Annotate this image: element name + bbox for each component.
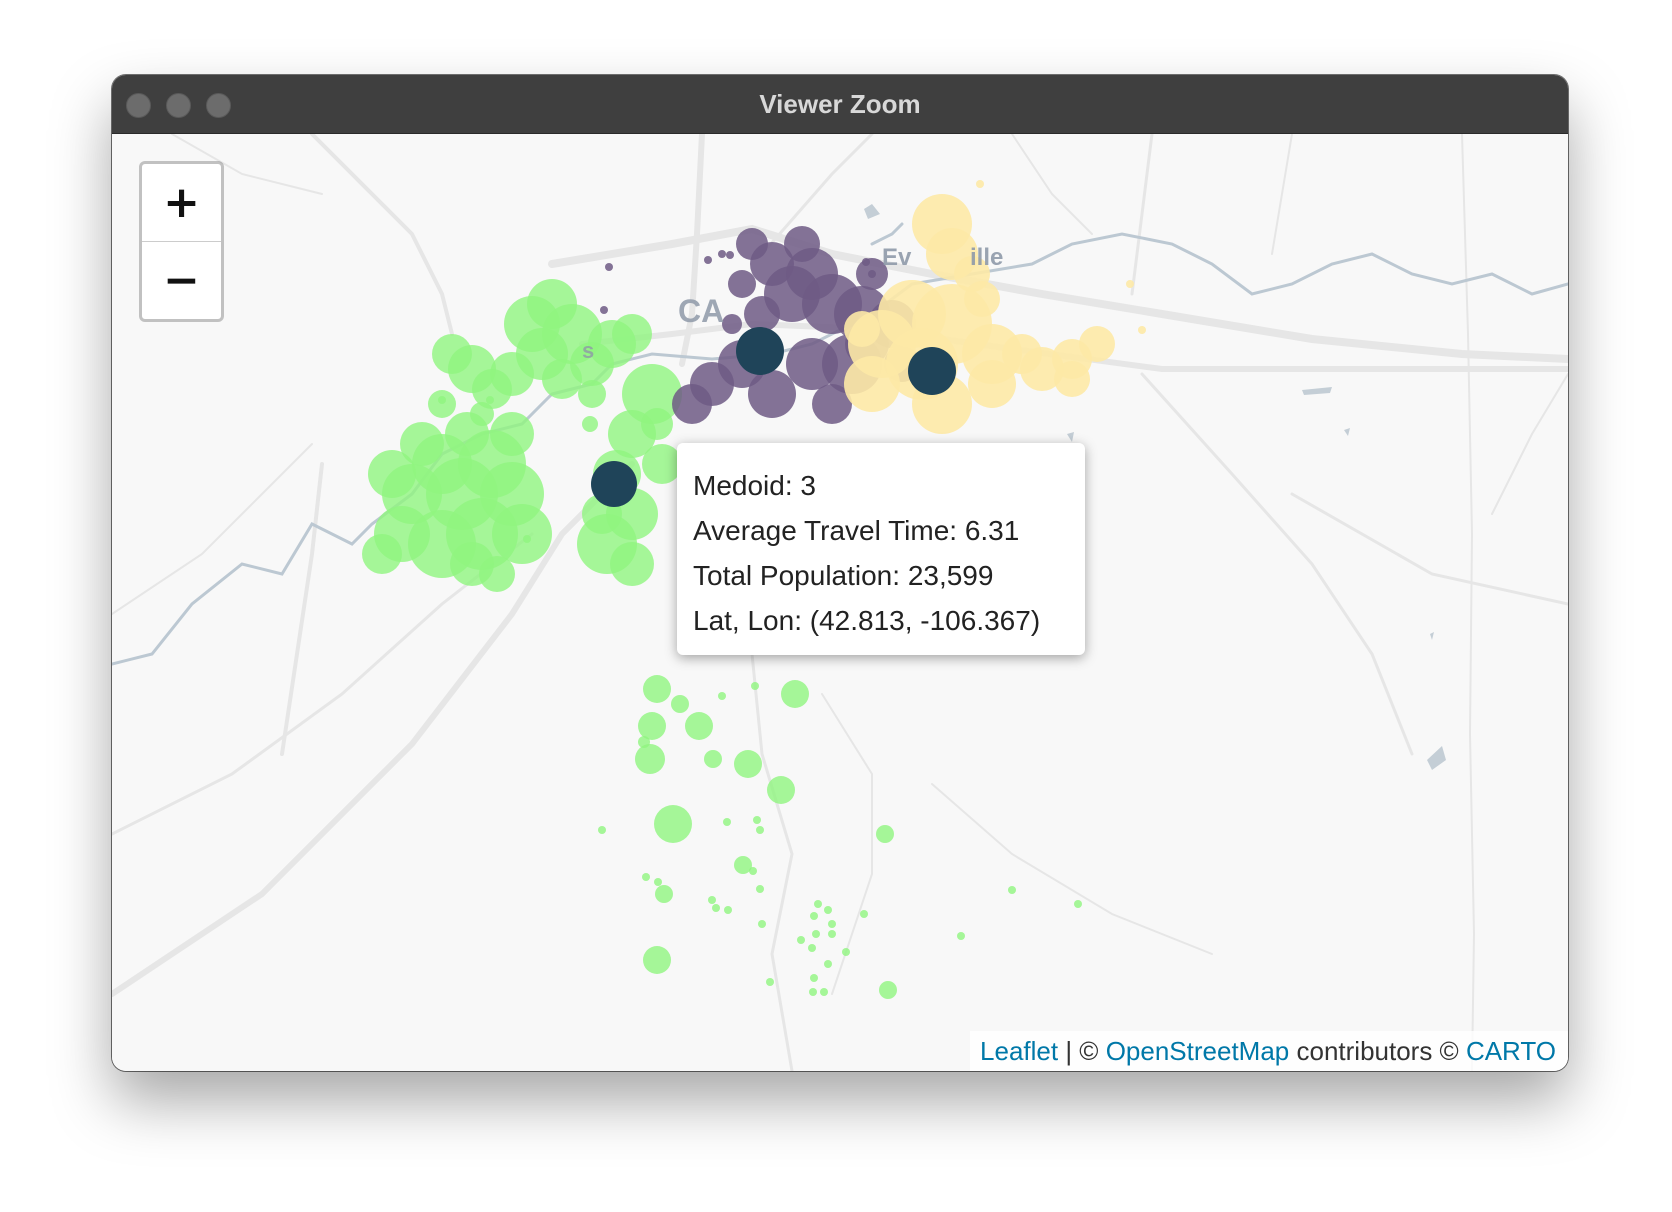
carto-link[interactable]: CARTO: [1466, 1036, 1556, 1066]
zoom-in-button[interactable]: +: [142, 164, 221, 242]
zoom-out-button[interactable]: −: [142, 242, 221, 319]
map-attribution: Leaflet | © OpenStreetMap contributors ©…: [970, 1031, 1568, 1071]
zoom-control: + −: [139, 161, 224, 322]
city-label-evansville: Ev: [882, 244, 912, 271]
map-canvas[interactable]: CA s Ev ille + − Medoid: 3 Average Trave…: [112, 134, 1568, 1071]
attribution-separator: | ©: [1058, 1036, 1106, 1066]
window-title: Viewer Zoom: [759, 89, 921, 119]
openstreetmap-link[interactable]: OpenStreetMap: [1106, 1036, 1290, 1066]
popup-latlon: Lat, Lon: (42.813, -106.367): [693, 605, 1041, 636]
town-label-mills: s: [582, 338, 594, 363]
popup-population: Total Population: 23,599: [693, 560, 994, 591]
popup-travel-time: Average Travel Time: 6.31: [693, 515, 1020, 546]
city-label-casper: CA: [678, 293, 724, 329]
viewer-window: Viewer Zoom CA s Ev ille + − Medoid: 3 A…: [112, 75, 1568, 1071]
leaflet-link[interactable]: Leaflet: [980, 1036, 1058, 1066]
popup-medoid: Medoid: 3: [693, 470, 816, 501]
title-bar: Viewer Zoom: [112, 75, 1568, 134]
city-label-evansville-end: ille: [970, 244, 1003, 271]
medoid-popup: Medoid: 3 Average Travel Time: 6.31 Tota…: [677, 443, 1085, 655]
attribution-contributors: contributors ©: [1289, 1036, 1466, 1066]
